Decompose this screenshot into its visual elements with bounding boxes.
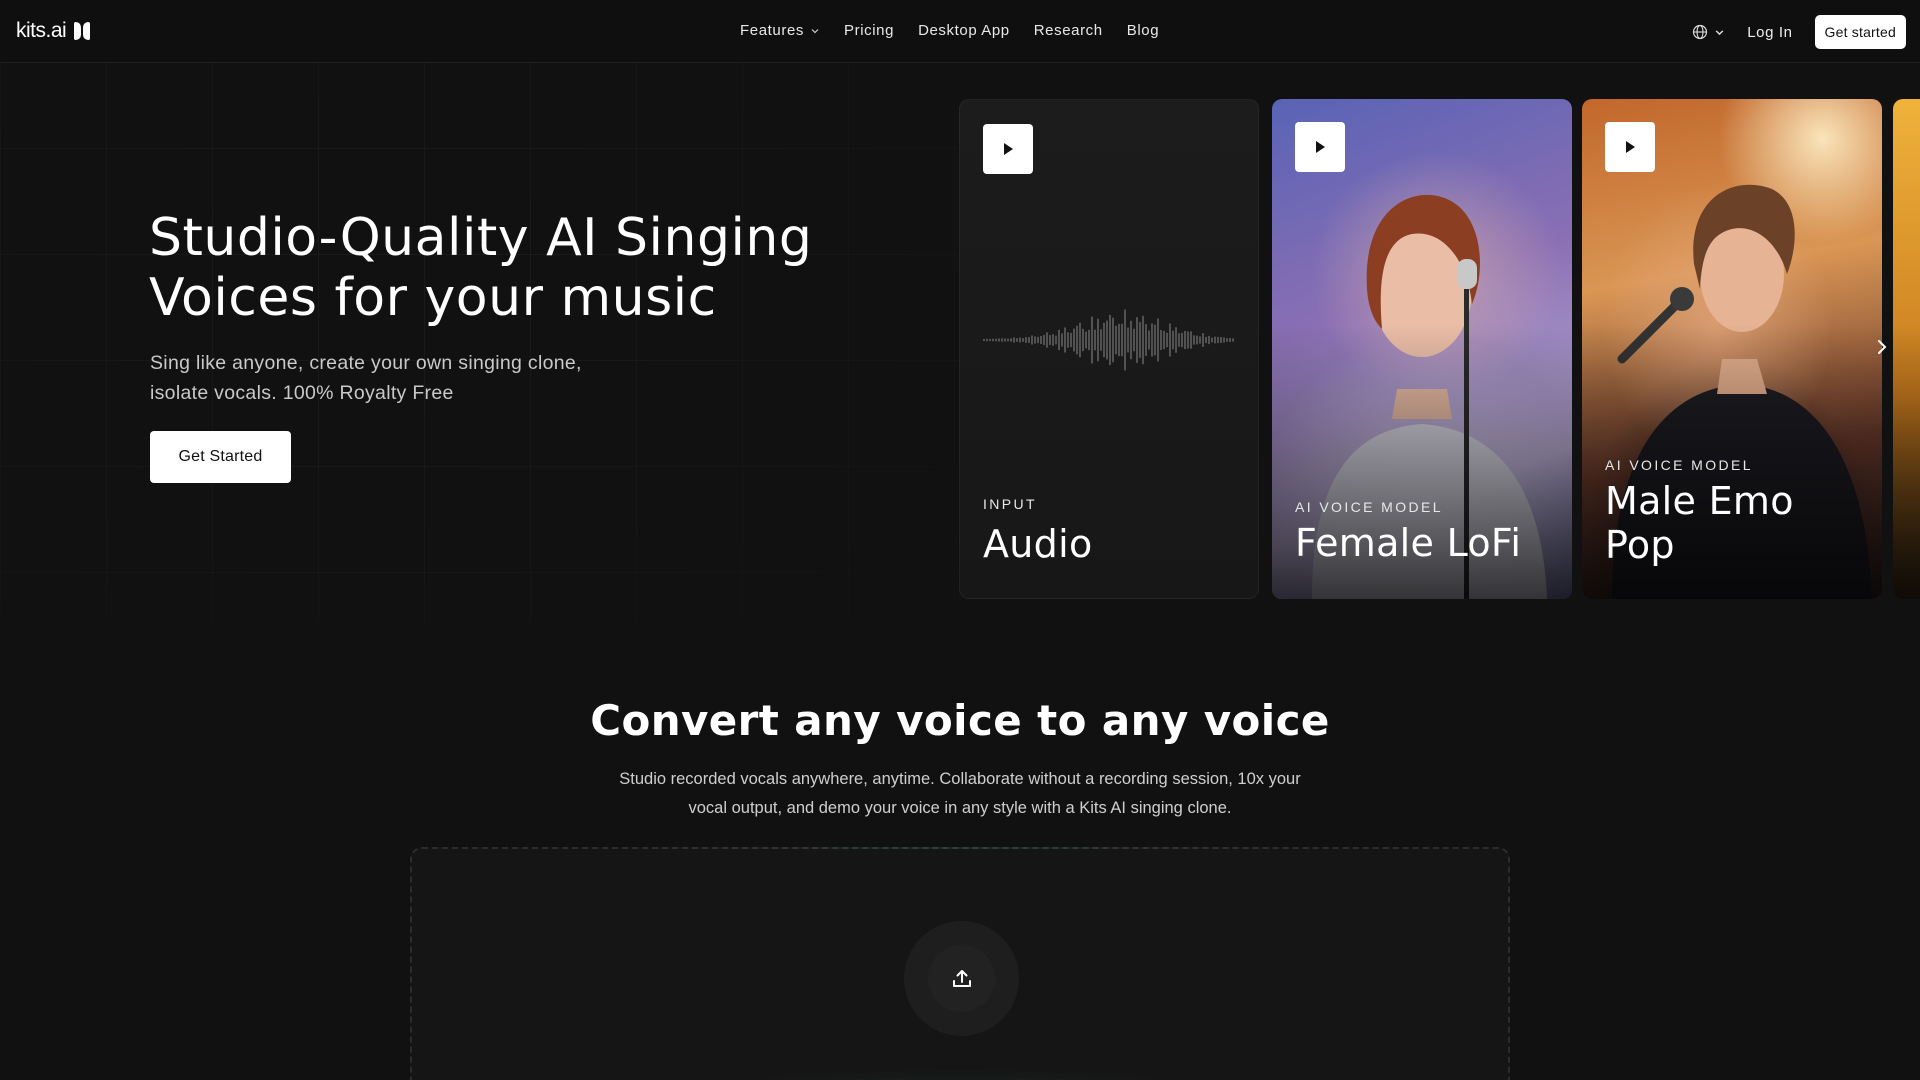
nav-link-pricing[interactable]: Pricing [844, 22, 894, 39]
get-started-nav-button[interactable]: Get started [1814, 15, 1906, 49]
upload-icon [952, 969, 971, 987]
nav-link-desktop-app[interactable]: Desktop App [918, 22, 1010, 39]
card-title: Audio [983, 522, 1093, 566]
card-overlay [1893, 324, 1920, 599]
card-title: Female LoFi [1295, 521, 1522, 565]
card-title-line1: Male Emo [1605, 479, 1794, 523]
nav-actions: Log In Get started [1692, 15, 1906, 49]
login-link[interactable]: Log In [1747, 24, 1792, 41]
voice-card-female-lofi[interactable]: AI VOICE MODEL Female LoFi [1272, 99, 1572, 599]
logo[interactable]: kits.ai [16, 19, 91, 43]
nav-link-label: Desktop App [918, 22, 1010, 39]
logo-text: kits.ai [16, 19, 67, 42]
hero-title-line2: Voices for your music [149, 268, 717, 328]
carousel-next-button[interactable] [1868, 333, 1896, 361]
hero-get-started-button[interactable]: Get Started [150, 431, 291, 483]
nav-links: Features Pricing Desktop App Research Bl… [740, 22, 1159, 39]
play-icon [1316, 141, 1325, 153]
nav-link-blog[interactable]: Blog [1127, 22, 1159, 39]
card-eyebrow: AI VOICE MODEL [1295, 499, 1443, 515]
card-title: Male Emo Pop [1605, 479, 1865, 567]
upload-ring [904, 921, 1019, 1036]
upload-button[interactable] [928, 945, 995, 1012]
voice-card-input[interactable]: INPUT Audio [959, 99, 1259, 599]
chevron-right-icon [1878, 340, 1887, 354]
nav-link-research[interactable]: Research [1034, 22, 1103, 39]
card-eyebrow: INPUT [983, 496, 1037, 512]
hero-title-line1: Studio-Quality AI Singing [149, 208, 813, 268]
nav-link-label: Features [740, 22, 804, 39]
convert-desc-line1: Studio recorded vocals anywhere, anytime… [619, 770, 1301, 788]
convert-section-description: Studio recorded vocals anywhere, anytime… [600, 765, 1320, 823]
play-button[interactable] [1605, 122, 1655, 172]
nav-link-label: Blog [1126, 22, 1160, 39]
nav-link-features[interactable]: Features [740, 22, 820, 39]
top-navigation: kits.ai Features Pricing Desktop App Res… [0, 0, 1920, 63]
upload-dropzone[interactable] [410, 847, 1510, 1080]
voice-card-male-emo-pop[interactable]: AI VOICE MODEL Male Emo Pop [1582, 99, 1882, 599]
card-eyebrow: AI VOICE MODEL [1605, 457, 1753, 473]
nav-link-label: Pricing [844, 22, 895, 39]
chevron-down-icon [1715, 29, 1724, 35]
hero-title: Studio-Quality AI Singing Voices for you… [149, 208, 869, 328]
logo-mark-icon [74, 22, 91, 40]
card-title-line2: Pop [1605, 523, 1675, 567]
hero-subtitle: Sing like anyone, create your own singin… [150, 348, 670, 408]
convert-section-title: Convert any voice to any voice [590, 696, 1330, 745]
play-icon [1004, 143, 1013, 155]
hero-subtitle-line1: Sing like anyone, create your own singin… [150, 352, 582, 374]
hero-subtitle-line2: isolate vocals. 100% Royalty Free [150, 382, 454, 404]
play-button[interactable] [983, 124, 1033, 174]
convert-desc-line2: vocal output, and demo your voice in any… [688, 799, 1232, 817]
nav-link-label: Research [1033, 22, 1103, 39]
play-icon [1626, 141, 1635, 153]
waveform-graphic [983, 309, 1234, 371]
voice-card-partial[interactable] [1893, 99, 1920, 599]
chevron-down-icon [811, 28, 819, 33]
hero-grid-background [0, 62, 960, 622]
play-button[interactable] [1295, 122, 1345, 172]
globe-icon [1693, 24, 1708, 40]
language-selector[interactable] [1692, 24, 1725, 40]
